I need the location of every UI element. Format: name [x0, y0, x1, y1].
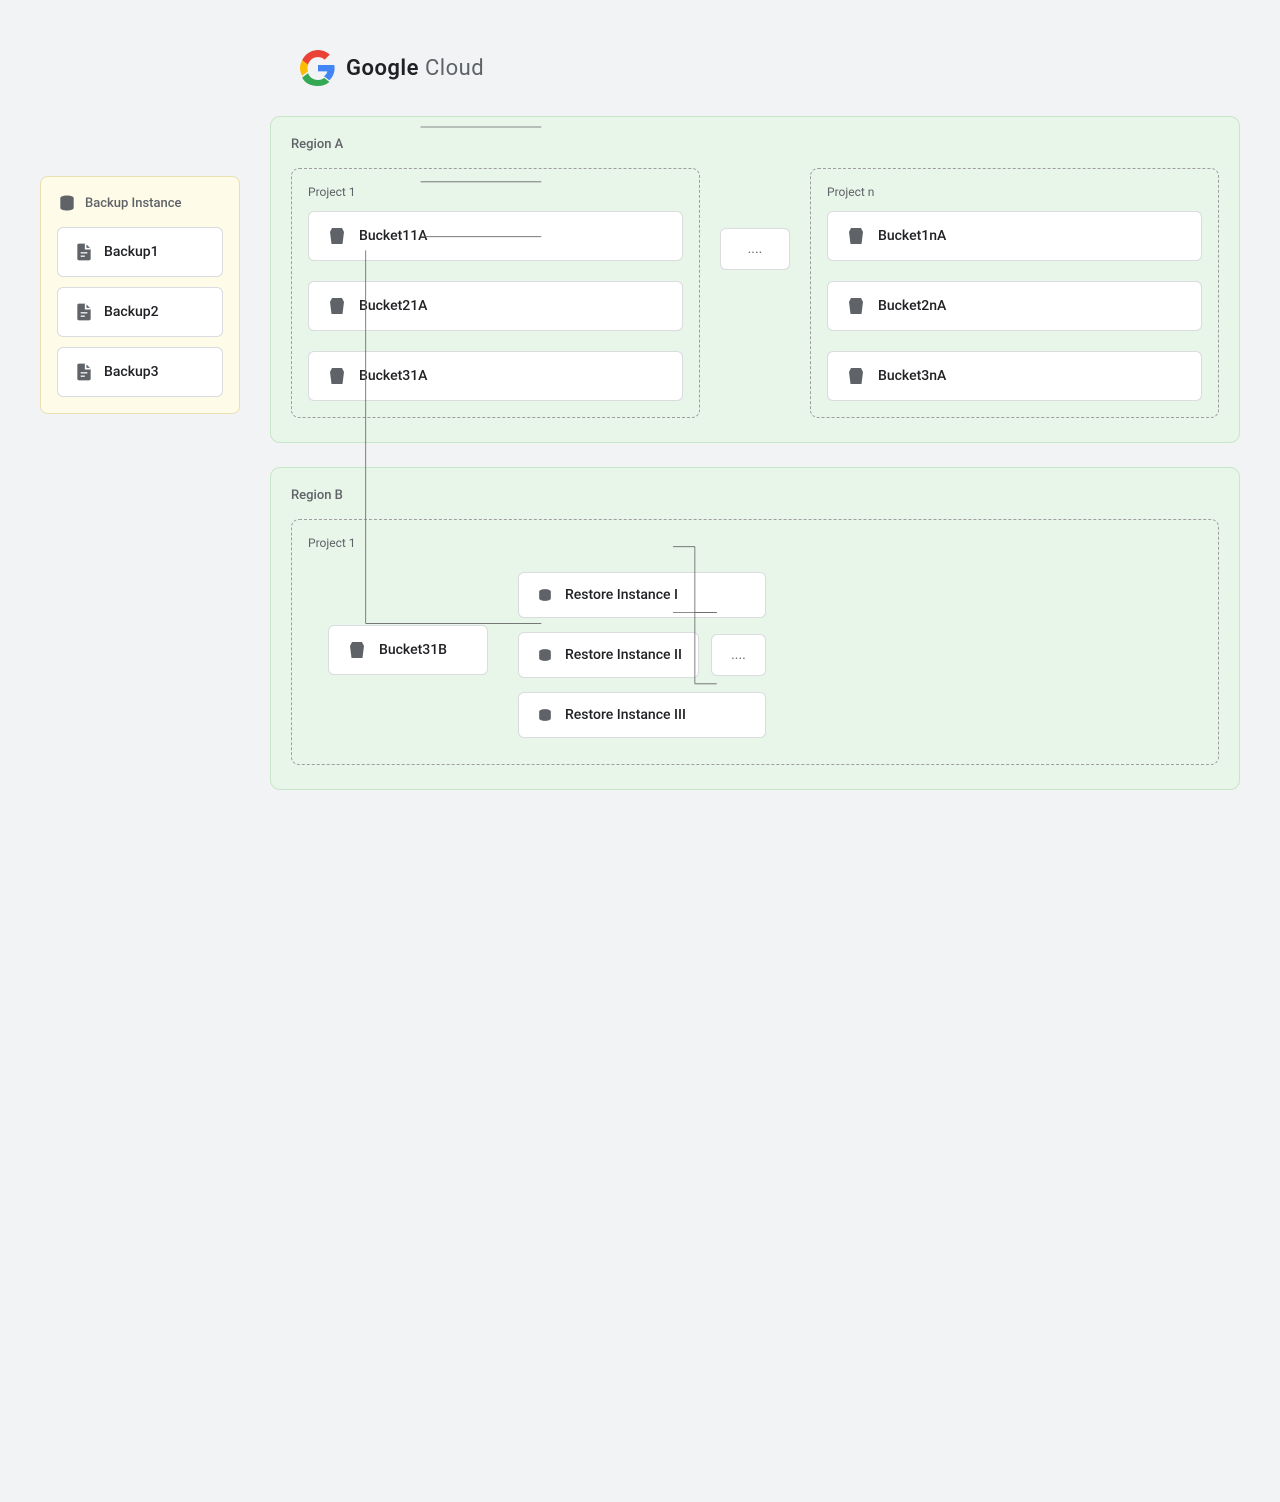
backup3-doc-icon [74, 362, 94, 382]
bucket3na-icon [844, 364, 868, 388]
backup-panel: Backup Instance Backup1 [40, 176, 240, 414]
project1-buckets: Bucket11A Bucket21A [308, 211, 683, 401]
backup1-card: Backup1 [57, 227, 223, 277]
backup3-card: Backup3 [57, 347, 223, 397]
region-a-ellipsis: .... [720, 228, 790, 270]
restore-instance-iii-icon [535, 705, 555, 725]
backup1-doc-icon [74, 242, 94, 262]
page-container: Google Cloud Backup Instance [40, 20, 1240, 844]
bucket31b-card: Bucket31B [328, 625, 488, 675]
bucket2na-card: Bucket2nA [827, 281, 1202, 331]
backup2-label: Backup2 [104, 304, 159, 320]
restore-instance-ii-icon [535, 645, 555, 665]
bucket2na-icon [844, 294, 868, 318]
backup1-label: Backup1 [104, 244, 159, 260]
restore-instance-iii-card: Restore Instance III [518, 692, 766, 738]
region-b-label: Region B [291, 488, 1219, 503]
backup-panel-label: Backup Instance [85, 196, 181, 211]
bucket2na-label: Bucket2nA [878, 298, 946, 314]
bucket1na-card: Bucket1nA [827, 211, 1202, 261]
bucket31a-label: Bucket31A [359, 368, 427, 384]
bucket11a-label: Bucket11A [359, 228, 427, 244]
restore-ellipsis: .... [711, 634, 766, 676]
backup-panel-title: Backup Instance [57, 193, 223, 213]
restore-ii-row: Restore Instance II .... [518, 632, 766, 678]
bucket31b-label: Bucket31B [379, 642, 447, 658]
bucket1na-label: Bucket1nA [878, 228, 946, 244]
bucket1na-icon [844, 224, 868, 248]
bucket31a-card: Bucket31A [308, 351, 683, 401]
restore-instance-ii-label: Restore Instance II [565, 647, 682, 663]
projectn-box: Project n Bucket1nA [810, 168, 1219, 418]
bucket21a-icon [325, 294, 349, 318]
main-layout: Backup Instance Backup1 [40, 116, 1240, 814]
project1b-box: Project 1 Bucket31B [291, 519, 1219, 765]
region-a-ellipsis-col: .... [720, 218, 790, 270]
region-b-content: Bucket31B [308, 562, 1202, 748]
logo-text: Google Cloud [346, 56, 484, 81]
bucket21a-label: Bucket21A [359, 298, 427, 314]
backup-instance-icon [57, 193, 77, 213]
google-cloud-logo-icon [300, 50, 336, 86]
region-a-label: Region A [291, 137, 1219, 152]
bucket3na-label: Bucket3nA [878, 368, 946, 384]
project1-label: Project 1 [308, 185, 683, 199]
region-a-projects-row: Project 1 Bucket11A [291, 168, 1219, 418]
logo-area: Google Cloud [300, 50, 1240, 86]
bucket21a-card: Bucket21A [308, 281, 683, 331]
bucket11a-card: Bucket11A [308, 211, 683, 261]
bucket31a-icon [325, 364, 349, 388]
restore-instance-i-icon [535, 585, 555, 605]
region-b-box: Region B Project 1 Bucket31B [270, 467, 1240, 790]
bucket3na-card: Bucket3nA [827, 351, 1202, 401]
diagram-area: Region A Project 1 Bucket11A [270, 116, 1240, 814]
backup2-doc-icon [74, 302, 94, 322]
projectn-buckets: Bucket1nA Bucket2nA [827, 211, 1202, 401]
projectn-label: Project n [827, 185, 1202, 199]
restore-instance-iii-label: Restore Instance III [565, 707, 686, 723]
restore-instance-i-card: Restore Instance I [518, 572, 766, 618]
region-a-box: Region A Project 1 Bucket11A [270, 116, 1240, 443]
project1b-label: Project 1 [308, 536, 1202, 550]
bucket11a-icon [325, 224, 349, 248]
backup2-card: Backup2 [57, 287, 223, 337]
restore-instance-i-label: Restore Instance I [565, 587, 678, 603]
project1-box: Project 1 Bucket11A [291, 168, 700, 418]
backup3-label: Backup3 [104, 364, 159, 380]
bucket31b-icon [345, 638, 369, 662]
restore-instances-group: Restore Instance I [518, 572, 766, 738]
restore-instance-ii-card: Restore Instance II [518, 632, 699, 678]
